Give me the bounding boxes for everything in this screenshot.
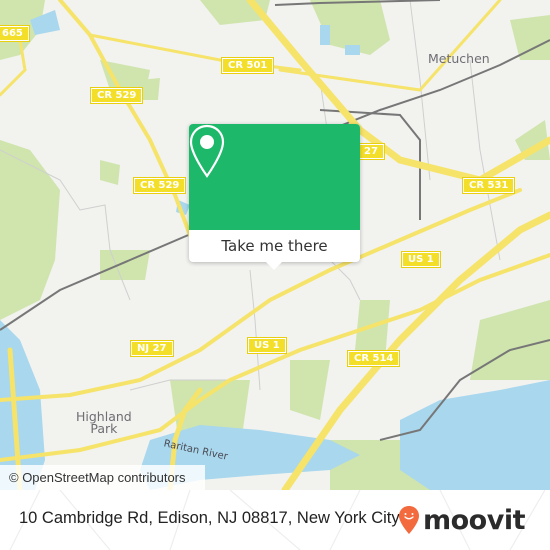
footer-bar: 10 Cambridge Rd, Edison, NJ 08817, New Y… (0, 490, 550, 550)
road-label-us-1: US 1 (247, 337, 287, 354)
popup-pointer (266, 262, 282, 270)
road-label-nj-27: 27 (357, 143, 385, 160)
road-label-cr-529: CR 529 (132, 177, 187, 194)
road-label-us-1: US 1 (401, 251, 441, 268)
road-label-cr-501: CR 501 (220, 57, 275, 74)
take-me-there-button[interactable]: Take me there (189, 230, 360, 262)
map-attribution[interactable]: © OpenStreetMap contributors (0, 465, 205, 490)
place-label-highland-park: Highland Park (76, 410, 132, 436)
moovit-pin-icon (399, 506, 419, 534)
road-label-cr-531: CR 531 (461, 177, 516, 194)
map-view[interactable]: 665 CR 501 CR 529 CR 529 27 CR 531 US 1 … (0, 0, 550, 490)
road-label-cr-514: CR 514 (346, 350, 401, 367)
address-text: 10 Cambridge Rd, Edison, NJ 08817, New Y… (19, 509, 400, 527)
moovit-logo[interactable]: moovit (398, 502, 526, 538)
popup-header (189, 124, 360, 230)
moovit-wordmark: moovit (423, 504, 526, 536)
road-label-cr-665: 665 (0, 25, 30, 42)
place-label-metuchen: Metuchen (428, 51, 490, 66)
map-pin-icon (189, 124, 225, 178)
place-label-line: Park (90, 421, 118, 436)
road-label-cr-529: CR 529 (89, 87, 144, 104)
road-label-nj-27: NJ 27 (130, 340, 174, 357)
location-popup: Take me there (189, 124, 360, 270)
